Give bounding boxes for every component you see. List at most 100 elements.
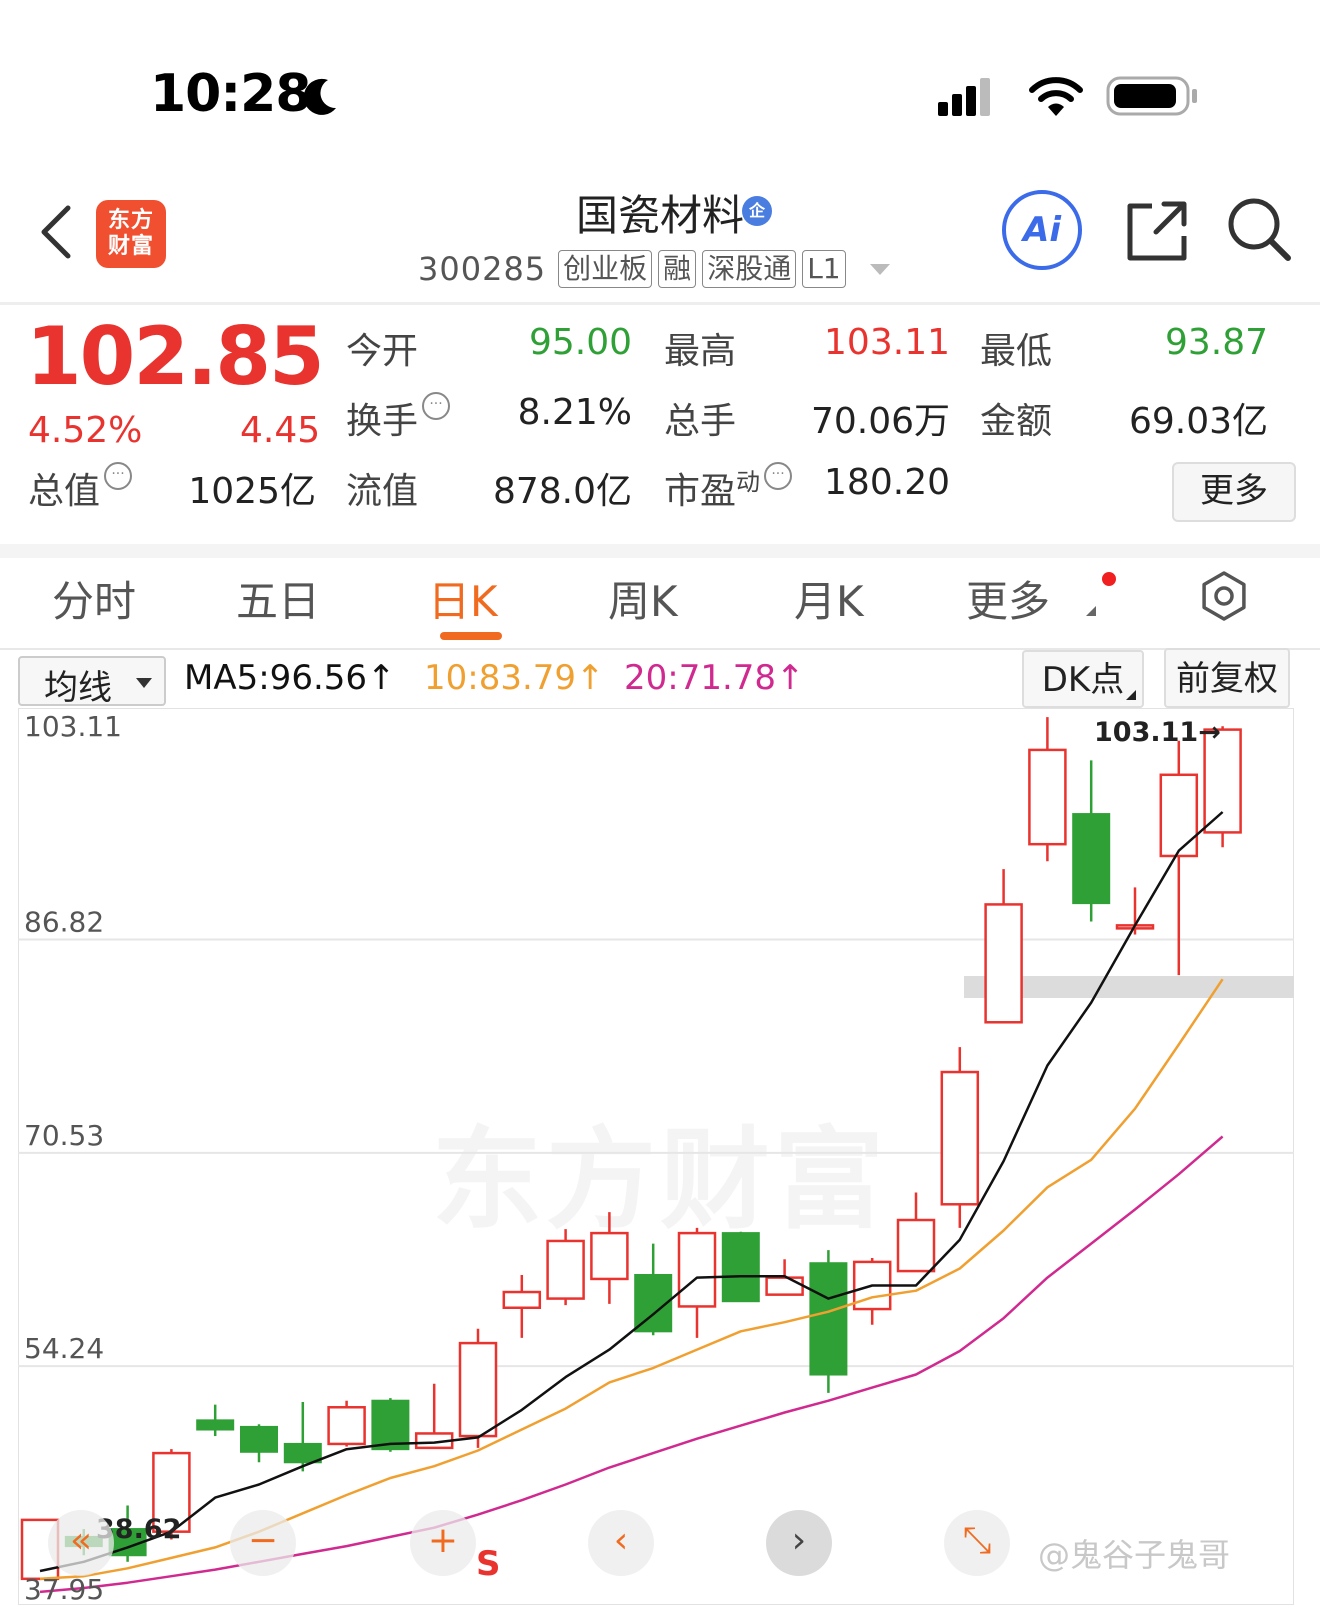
y-tick-label: 70.53: [24, 1119, 104, 1152]
tag-margin: 融: [658, 250, 697, 288]
previous-button[interactable]: ‹: [588, 1510, 654, 1576]
candles: [20, 717, 1242, 1581]
candle: [809, 1250, 848, 1393]
caret-down-icon: [136, 678, 152, 688]
zoom-out-button[interactable]: −: [230, 1510, 296, 1576]
candle-body: [1072, 813, 1111, 905]
amount-label: 金额: [980, 401, 1053, 442]
volume-label: 总手: [664, 401, 737, 442]
change-amount: 4.45: [240, 410, 321, 451]
weibo-watermark: @鬼谷子鬼哥: [1038, 1536, 1231, 1574]
tab-monthly-k[interactable]: 月K: [794, 568, 864, 629]
ai-button[interactable]: Ai: [1002, 190, 1082, 270]
battery-icon: [1106, 76, 1197, 116]
candle-body: [721, 1232, 760, 1303]
s-marker: S: [476, 1544, 501, 1584]
info-icon[interactable]: ···: [422, 392, 451, 420]
candle: [1028, 717, 1067, 862]
ma5-value: MA5:96.56↑: [184, 658, 396, 698]
y-tick-label: 54.24: [24, 1332, 104, 1365]
corner-arrow-icon: [1126, 690, 1136, 700]
zoom-in-button[interactable]: +: [410, 1510, 476, 1576]
wifi-icon: [1029, 77, 1083, 116]
stock-code-row[interactable]: 300285 创业板 融 深股通 L1: [418, 250, 890, 288]
low-value: 93.87: [1164, 322, 1268, 363]
moon-icon: [303, 78, 336, 115]
ma5-line: [39, 811, 1224, 1573]
last-price: 102.85: [26, 310, 325, 403]
high-value: 103.11: [824, 322, 950, 363]
tag-board: 创业板: [558, 250, 653, 288]
tab-intraday[interactable]: 分时: [52, 568, 136, 629]
candle: [414, 1383, 454, 1450]
candle-body: [1159, 773, 1199, 858]
gear-icon[interactable]: [1198, 570, 1250, 622]
info-icon[interactable]: ···: [104, 462, 133, 490]
caret-down-icon[interactable]: [869, 263, 890, 275]
candle: [1072, 760, 1111, 922]
float-value: 878.0亿: [492, 471, 632, 512]
stock-name: 国瓷材料: [575, 191, 744, 240]
search-icon[interactable]: [1226, 196, 1292, 262]
y-tick-label: 86.82: [24, 906, 104, 939]
more-quote-button[interactable]: 更多: [1172, 462, 1296, 522]
candle: [940, 1047, 980, 1228]
candle: [240, 1424, 278, 1463]
candle-body: [590, 1231, 629, 1281]
scroll-start-button[interactable]: «: [48, 1510, 114, 1576]
enterprise-badge: 企: [742, 196, 772, 226]
candle: [896, 1192, 936, 1273]
candle-body: [984, 903, 1023, 1024]
indicator-select[interactable]: 均线: [18, 656, 166, 708]
tab-daily-k[interactable]: 日K: [428, 568, 498, 629]
adjust-button[interactable]: 前复权: [1164, 648, 1290, 708]
y-axis-labels: 103.11 86.82 70.53 54.24 37.95: [24, 710, 122, 1605]
turnover-label: 换手 ···: [346, 392, 451, 444]
header-divider: [0, 302, 1320, 305]
tab-more[interactable]: 更多: [966, 568, 1050, 629]
max-price-label: 103.11→: [1094, 717, 1221, 748]
turnover-value: 8.21%: [517, 392, 632, 433]
candle-body: [809, 1262, 848, 1376]
tab-five-day[interactable]: 五日: [236, 568, 320, 629]
tag-level: L1: [802, 250, 846, 288]
candle-body: [940, 1070, 980, 1206]
status-time: 10:28: [150, 64, 312, 124]
tag-connect: 深股通: [702, 250, 797, 288]
low-label: 最低: [980, 331, 1053, 372]
share-icon[interactable]: [1126, 200, 1188, 262]
notification-dot: [1102, 572, 1116, 586]
candle: [546, 1229, 585, 1306]
candle: [852, 1257, 892, 1325]
ma-lines: [39, 811, 1224, 1594]
fullscreen-button[interactable]: ⤡: [944, 1510, 1010, 1576]
candle: [677, 1227, 717, 1338]
candle-body: [546, 1239, 585, 1300]
candle: [502, 1275, 542, 1338]
candle: [196, 1404, 235, 1437]
candle-body: [896, 1218, 936, 1273]
section-divider: [0, 544, 1320, 558]
change-percent: 4.52%: [28, 410, 143, 451]
ma20-value: 20:71.78↑: [624, 658, 805, 698]
info-icon[interactable]: ···: [764, 462, 793, 490]
tab-weekly-k[interactable]: 周K: [608, 568, 678, 629]
candle-body: [765, 1276, 804, 1296]
y-tick-label: 103.11: [24, 710, 122, 743]
candle-body: [502, 1290, 542, 1309]
float-label: 流值: [346, 471, 419, 512]
corner-arrow-icon: [1086, 606, 1096, 616]
dk-point-button[interactable]: DK点: [1022, 650, 1144, 708]
pe-value: 180.20: [824, 462, 950, 503]
candle: [634, 1243, 673, 1336]
candle: [590, 1212, 629, 1304]
candle-body: [371, 1399, 410, 1451]
candle-body: [240, 1425, 278, 1453]
next-button[interactable]: ›: [766, 1510, 832, 1576]
candle-body: [677, 1231, 717, 1308]
kline-chart[interactable]: 103.1186.8270.5354.2437.95 103.11→ 38.62: [18, 708, 1294, 1605]
candle-body: [1028, 748, 1067, 846]
active-tab-indicator: [440, 632, 502, 640]
candle-body: [458, 1341, 498, 1438]
amount-value: 69.03亿: [1128, 401, 1268, 442]
